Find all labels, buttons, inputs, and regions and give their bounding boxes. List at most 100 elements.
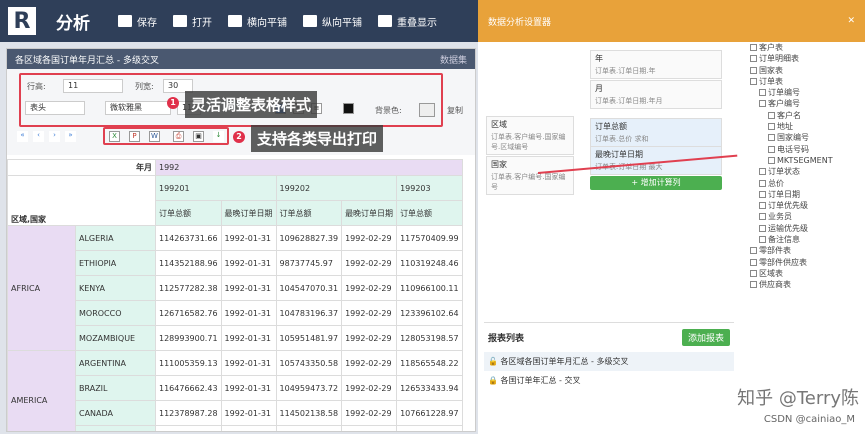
- tree-item[interactable]: 地址: [748, 121, 865, 132]
- tile-horizontal-button[interactable]: 横向平铺: [228, 14, 287, 29]
- tree-item-label: 国家编号: [777, 133, 809, 143]
- tree-item-label: 订单表: [759, 76, 783, 86]
- checkbox-icon[interactable]: [768, 134, 775, 142]
- checkbox-icon[interactable]: [759, 89, 766, 97]
- checkbox-icon[interactable]: [750, 281, 757, 289]
- report-list: 报表列表 添加报表 🔓 各区域各国订单年月汇总 - 多级交叉 🔒 各国订单年汇总…: [484, 322, 734, 434]
- save-label: 保存: [137, 17, 157, 29]
- tree-item[interactable]: 零部件供应表: [748, 257, 865, 268]
- value-cell: 104959473.72: [275, 375, 343, 401]
- year-cell: 1992: [155, 159, 463, 176]
- checkbox-icon[interactable]: [750, 66, 757, 74]
- value-cell: 117570409.99: [396, 225, 463, 251]
- tree-item[interactable]: 客户名: [748, 110, 865, 121]
- prev-page-icon[interactable]: ‹: [33, 131, 44, 142]
- tree-item-label: 订单编号: [768, 88, 800, 98]
- checkbox-icon[interactable]: [750, 247, 757, 255]
- tree-item[interactable]: 订单明细表: [748, 53, 865, 64]
- app-logo: R: [8, 7, 36, 35]
- checkbox-icon[interactable]: [759, 179, 766, 187]
- tree-item[interactable]: 运输优先级: [748, 223, 865, 234]
- tree-item-label: 订单优先级: [768, 201, 808, 211]
- tree-item[interactable]: 订单状态: [748, 166, 865, 177]
- value-cell: 116476662.43: [155, 375, 222, 401]
- value-cell: 126716582.76: [155, 300, 222, 326]
- report-item-2[interactable]: 🔒 各国订单年汇总 - 交叉: [484, 371, 734, 390]
- tree-item-label: 零部件供应表: [759, 257, 807, 267]
- tree-item[interactable]: 零部件表: [748, 245, 865, 256]
- save-button[interactable]: 保存: [118, 14, 157, 29]
- tree-item[interactable]: 订单编号: [748, 87, 865, 98]
- tree-item[interactable]: 备注信息: [748, 234, 865, 245]
- tree-item[interactable]: 国家编号: [748, 132, 865, 143]
- first-page-icon[interactable]: «: [17, 131, 28, 142]
- next-page-icon[interactable]: ›: [49, 131, 60, 142]
- checkbox-icon[interactable]: [750, 258, 757, 266]
- checkbox-icon[interactable]: [768, 123, 775, 131]
- checkbox-icon[interactable]: [759, 168, 766, 176]
- value-cell: 110966100.11: [396, 275, 463, 301]
- tree-item[interactable]: 国家表: [748, 65, 865, 76]
- tree-item-label: 电话号码: [777, 144, 809, 154]
- value-cell: 1992-02-29: [341, 400, 398, 426]
- tree-item[interactable]: 订单优先级: [748, 200, 865, 211]
- checkbox-icon[interactable]: [750, 55, 757, 63]
- field-year[interactable]: 年订单表.订单日期.年: [590, 50, 722, 79]
- field-latest[interactable]: 最晚订单日期 订单表.订单日期 最大: [590, 146, 722, 175]
- report-list-header: 报表列表 添加报表: [484, 323, 734, 352]
- checkbox-icon[interactable]: [759, 100, 766, 108]
- tree-item[interactable]: 区域表: [748, 268, 865, 279]
- report-item-1[interactable]: 🔓 各区域各国订单年月汇总 - 多级交叉: [484, 352, 734, 371]
- report-list-title: 报表列表: [488, 334, 525, 344]
- checkbox-icon[interactable]: [759, 202, 766, 210]
- field-year-name: 年: [595, 54, 603, 63]
- tree-item[interactable]: 电话号码: [748, 144, 865, 155]
- checkbox-icon[interactable]: [750, 44, 757, 51]
- tree-item[interactable]: 客户表: [748, 42, 865, 53]
- last-page-icon[interactable]: »: [65, 131, 76, 142]
- table-row: ETHIOPIA 114352188.96 1992-01-31 98737745.9…: [8, 250, 463, 276]
- tree-item[interactable]: 客户编号: [748, 98, 865, 109]
- close-icon[interactable]: ✕: [847, 16, 855, 26]
- field-country[interactable]: 国家 订单表.客户编号.国家编号: [486, 156, 574, 195]
- dataset-link[interactable]: 数据集: [440, 53, 467, 66]
- checkbox-icon[interactable]: [768, 111, 775, 119]
- year-row: 年月 1992: [7, 159, 463, 176]
- tree-item-label: 供应商表: [759, 280, 791, 290]
- value-cell: 1992-02-29: [341, 225, 398, 251]
- callout-style: 灵活调整表格样式: [185, 91, 318, 118]
- copy-label[interactable]: 复制: [447, 105, 463, 116]
- tree-item[interactable]: 业务员: [748, 211, 865, 222]
- tree-item-label: 地址: [777, 122, 793, 132]
- value-cell: 1992-01-31: [220, 225, 277, 251]
- value-cell: 104547070.31: [275, 275, 343, 301]
- checkbox-icon[interactable]: [759, 213, 766, 221]
- tree-item-label: 国家表: [759, 65, 783, 75]
- checkbox-icon[interactable]: [759, 236, 766, 244]
- stack-icon: [378, 15, 392, 27]
- field-region[interactable]: 区域 订单表.客户编号.国家编号.区域编号: [486, 116, 574, 155]
- tree-item[interactable]: 供应商表: [748, 279, 865, 290]
- tree-item[interactable]: MKTSEGMENT: [748, 155, 865, 166]
- checkbox-icon[interactable]: [768, 145, 775, 153]
- tree-item[interactable]: 订单日期: [748, 189, 865, 200]
- checkbox-icon[interactable]: [768, 156, 775, 164]
- checkbox-icon[interactable]: [750, 77, 757, 85]
- add-calc-column-button[interactable]: + 增加计算列: [590, 176, 722, 190]
- checkbox-icon[interactable]: [759, 190, 766, 198]
- measure-header: 订单总额: [155, 200, 222, 226]
- value-cell: 119327512.57: [396, 425, 463, 431]
- add-report-button[interactable]: 添加报表: [681, 329, 730, 346]
- value-cell: 1992-02-29: [341, 275, 398, 301]
- tile-vertical-button[interactable]: 纵向平铺: [303, 14, 362, 29]
- measure-header: 订单总额: [275, 200, 343, 226]
- tree-item[interactable]: 订单表: [748, 76, 865, 87]
- field-month[interactable]: 月订单表.订单日期.年月: [590, 80, 722, 109]
- checkbox-icon[interactable]: [750, 269, 757, 277]
- tree-item[interactable]: 总价: [748, 178, 865, 189]
- country-cell: PERU: [75, 425, 156, 431]
- open-button[interactable]: 打开: [173, 14, 212, 29]
- checkbox-icon[interactable]: [759, 224, 766, 232]
- cascade-button[interactable]: 重叠显示: [378, 14, 437, 29]
- field-total[interactable]: 订单总额 订单表.总价 求和: [590, 118, 722, 147]
